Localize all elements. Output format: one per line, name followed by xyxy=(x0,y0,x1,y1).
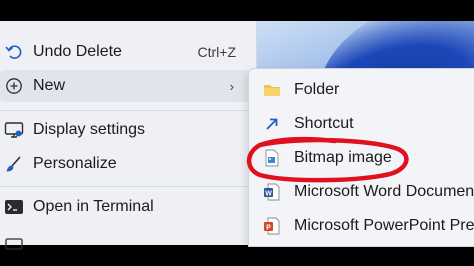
submenu-item-label: Shortcut xyxy=(294,115,354,132)
word-document-icon: W xyxy=(263,183,281,201)
svg-text:P: P xyxy=(266,224,271,231)
brush-icon xyxy=(4,154,24,174)
menu-item-undo-delete[interactable]: Undo Delete Ctrl+Z xyxy=(0,36,256,68)
menu-item-label: New xyxy=(33,77,66,94)
menu-divider xyxy=(0,186,256,187)
menu-item-label: Undo Delete xyxy=(33,43,122,60)
submenu-item-folder[interactable]: Folder xyxy=(249,73,474,107)
menu-item-open-in-terminal[interactable]: Open in Terminal xyxy=(0,191,256,223)
red-circle-annotation xyxy=(246,136,409,183)
menu-item-display-settings[interactable]: Display settings xyxy=(0,114,256,146)
menu-item-partial[interactable] xyxy=(0,227,256,250)
menu-item-label: Display settings xyxy=(33,121,146,138)
undo-icon xyxy=(4,42,24,62)
powerpoint-document-icon: P xyxy=(263,217,281,235)
submenu-item-label: Microsoft PowerPoint Prese xyxy=(294,217,474,234)
grid-icon xyxy=(4,233,24,253)
screenshot-stage: Undo Delete Ctrl+Z New › Display setting… xyxy=(0,0,474,266)
keyboard-shortcut: Ctrl+Z xyxy=(197,44,237,60)
menu-item-personalize[interactable]: Personalize xyxy=(0,148,256,180)
chevron-right-icon: › xyxy=(229,78,234,94)
menu-item-label: Personalize xyxy=(33,155,117,172)
menu-item-new[interactable]: New › xyxy=(0,70,250,102)
terminal-icon xyxy=(4,197,24,217)
plus-circle-icon xyxy=(4,76,24,96)
folder-icon xyxy=(263,81,281,99)
submenu-item-label: Microsoft Word Document xyxy=(294,183,474,200)
desktop-context-menu: Undo Delete Ctrl+Z New › Display setting… xyxy=(0,21,257,250)
menu-divider xyxy=(0,110,256,111)
submenu-item-powerpoint-presentation[interactable]: P Microsoft PowerPoint Prese xyxy=(249,209,474,243)
submenu-item-label: Folder xyxy=(294,81,340,98)
menu-item-label: Open in Terminal xyxy=(33,198,154,215)
shortcut-arrow-icon xyxy=(263,115,281,133)
svg-text:W: W xyxy=(265,190,272,197)
display-icon xyxy=(4,120,24,140)
